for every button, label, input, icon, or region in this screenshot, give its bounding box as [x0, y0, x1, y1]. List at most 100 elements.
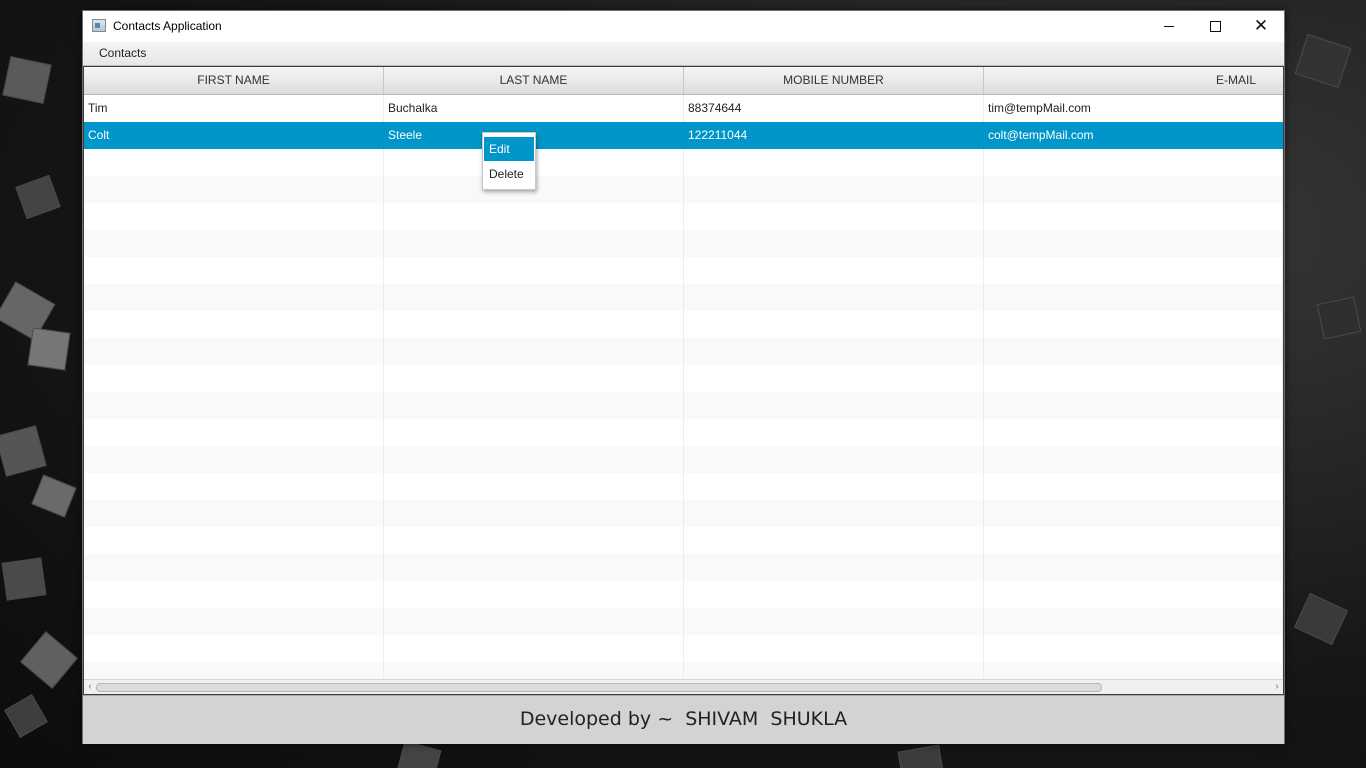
table-cell-empty[interactable] — [984, 311, 1283, 338]
table-cell-empty[interactable] — [384, 338, 684, 365]
table-row-empty[interactable] — [84, 338, 1283, 365]
table-cell-empty[interactable] — [984, 203, 1283, 230]
table-cell-empty[interactable] — [384, 419, 684, 446]
table-row-empty[interactable] — [84, 392, 1283, 419]
table-row-empty[interactable] — [84, 203, 1283, 230]
column-header-mobile-number[interactable]: MOBILE NUMBER — [684, 67, 984, 94]
table-cell-empty[interactable] — [384, 635, 684, 662]
table-cell-empty[interactable] — [684, 527, 984, 554]
table-cell-empty[interactable] — [84, 581, 384, 608]
table-cell-empty[interactable] — [84, 176, 384, 203]
table-cell-empty[interactable] — [84, 338, 384, 365]
table-cell-empty[interactable] — [384, 581, 684, 608]
maximize-button[interactable] — [1192, 11, 1238, 42]
table-cell-empty[interactable] — [684, 500, 984, 527]
cell-first-name[interactable]: Tim — [84, 95, 384, 122]
table-cell-empty[interactable] — [384, 230, 684, 257]
table-cell-empty[interactable] — [684, 419, 984, 446]
table-cell-empty[interactable] — [384, 311, 684, 338]
table-row-empty[interactable] — [84, 527, 1283, 554]
table-row-empty[interactable] — [84, 500, 1283, 527]
table-row-empty[interactable] — [84, 365, 1283, 392]
table-cell-empty[interactable] — [84, 203, 384, 230]
table-cell-empty[interactable] — [684, 149, 984, 176]
table-cell-empty[interactable] — [84, 554, 384, 581]
scroll-right-icon[interactable]: › — [1272, 680, 1282, 694]
menu-contacts[interactable]: Contacts — [90, 42, 155, 65]
contacts-table[interactable]: FIRST NAME LAST NAME MOBILE NUMBER E-MAI… — [83, 66, 1284, 695]
table-cell-empty[interactable] — [684, 608, 984, 635]
table-row-empty[interactable] — [84, 554, 1283, 581]
cell-mobile[interactable]: 122211044 — [684, 122, 984, 149]
table-cell-empty[interactable] — [84, 527, 384, 554]
table-row[interactable]: Tim Buchalka 88374644 tim@tempMail.com — [84, 95, 1283, 122]
scrollbar-thumb[interactable] — [96, 683, 1102, 692]
table-cell-empty[interactable] — [84, 284, 384, 311]
table-cell-empty[interactable] — [984, 176, 1283, 203]
table-cell-empty[interactable] — [84, 257, 384, 284]
table-cell-empty[interactable] — [684, 284, 984, 311]
table-cell-empty[interactable] — [984, 446, 1283, 473]
table-cell-empty[interactable] — [84, 392, 384, 419]
table-cell-empty[interactable] — [84, 365, 384, 392]
table-cell-empty[interactable] — [984, 608, 1283, 635]
table-cell-empty[interactable] — [84, 608, 384, 635]
table-cell-empty[interactable] — [984, 500, 1283, 527]
cell-email[interactable]: tim@tempMail.com — [984, 95, 1283, 122]
table-cell-empty[interactable] — [684, 581, 984, 608]
table-row-empty[interactable] — [84, 446, 1283, 473]
column-header-last-name[interactable]: LAST NAME — [384, 67, 684, 94]
table-cell-empty[interactable] — [684, 338, 984, 365]
column-header-email[interactable]: E-MAIL — [984, 67, 1283, 94]
minimize-button[interactable] — [1146, 11, 1192, 42]
table-row-empty[interactable] — [84, 284, 1283, 311]
table-cell-empty[interactable] — [84, 230, 384, 257]
table-cell-empty[interactable] — [984, 581, 1283, 608]
table-cell-empty[interactable] — [984, 554, 1283, 581]
table-cell-empty[interactable] — [84, 311, 384, 338]
table-cell-empty[interactable] — [684, 662, 984, 680]
table-cell-empty[interactable] — [684, 473, 984, 500]
table-row-empty[interactable] — [84, 149, 1283, 176]
table-cell-empty[interactable] — [384, 500, 684, 527]
table-cell-empty[interactable] — [984, 284, 1283, 311]
table-cell-empty[interactable] — [384, 554, 684, 581]
table-cell-empty[interactable] — [684, 203, 984, 230]
context-menu-edit[interactable]: Edit — [484, 137, 534, 161]
table-cell-empty[interactable] — [984, 257, 1283, 284]
table-cell-empty[interactable] — [84, 473, 384, 500]
table-cell-empty[interactable] — [684, 311, 984, 338]
table-row-empty[interactable] — [84, 230, 1283, 257]
table-cell-empty[interactable] — [984, 230, 1283, 257]
table-cell-empty[interactable] — [684, 176, 984, 203]
table-cell-empty[interactable] — [684, 554, 984, 581]
table-cell-empty[interactable] — [384, 365, 684, 392]
scroll-left-icon[interactable]: ‹ — [85, 680, 95, 694]
table-row-empty[interactable] — [84, 581, 1283, 608]
table-row-empty[interactable] — [84, 176, 1283, 203]
table-cell-empty[interactable] — [684, 392, 984, 419]
table-cell-empty[interactable] — [984, 635, 1283, 662]
table-cell-empty[interactable] — [984, 473, 1283, 500]
table-row-empty[interactable] — [84, 635, 1283, 662]
table-cell-empty[interactable] — [384, 284, 684, 311]
table-cell-empty[interactable] — [84, 635, 384, 662]
table-cell-empty[interactable] — [84, 446, 384, 473]
table-row-empty[interactable] — [84, 311, 1283, 338]
cell-email[interactable]: colt@tempMail.com — [984, 122, 1283, 149]
cell-mobile[interactable]: 88374644 — [684, 95, 984, 122]
context-menu-delete[interactable]: Delete — [484, 162, 534, 186]
cell-first-name[interactable]: Colt — [84, 122, 384, 149]
table-row-empty[interactable] — [84, 473, 1283, 500]
table-cell-empty[interactable] — [84, 149, 384, 176]
table-row-selected[interactable]: Colt Steele 122211044 colt@tempMail.com — [84, 122, 1283, 149]
table-cell-empty[interactable] — [984, 527, 1283, 554]
table-cell-empty[interactable] — [984, 365, 1283, 392]
table-cell-empty[interactable] — [684, 230, 984, 257]
table-row-empty[interactable] — [84, 257, 1283, 284]
table-row-empty[interactable] — [84, 419, 1283, 446]
table-cell-empty[interactable] — [384, 257, 684, 284]
title-bar[interactable]: Contacts Application ✕ — [83, 11, 1284, 42]
table-cell-empty[interactable] — [384, 446, 684, 473]
table-cell-empty[interactable] — [684, 635, 984, 662]
